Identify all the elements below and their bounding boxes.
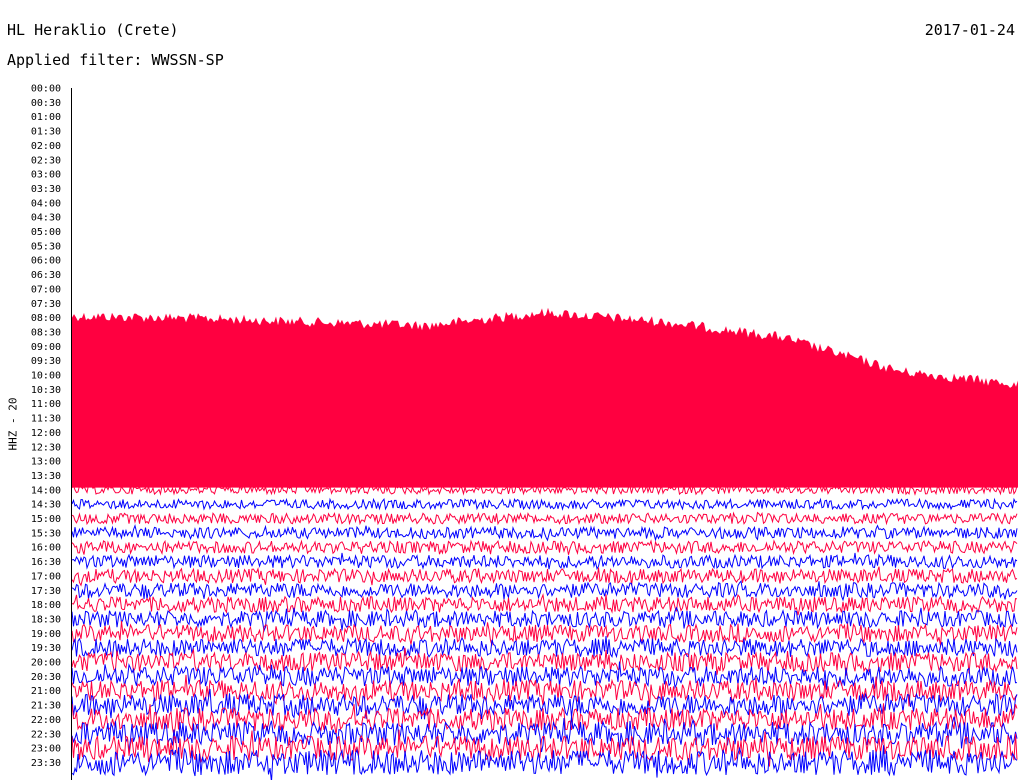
time-tick-label: 13:00 xyxy=(31,457,61,468)
trace-row xyxy=(71,524,1018,542)
seismogram-traces xyxy=(71,307,1018,780)
helicorder-plot: 00:00 00:30 01:00 01:30 02:00 02:30 03:00 03:30… xyxy=(31,84,1018,780)
time-tick-label: 03:00 xyxy=(31,170,61,181)
time-tick-label: 01:30 xyxy=(31,127,61,138)
time-tick-label: 22:30 xyxy=(31,729,61,740)
time-tick-label: 10:30 xyxy=(31,385,61,396)
time-tick-label: 17:00 xyxy=(31,571,61,582)
trace-row xyxy=(71,552,1018,571)
time-tick-label: 05:30 xyxy=(31,241,61,252)
time-tick-label: 23:30 xyxy=(31,758,61,769)
time-tick-label: 23:00 xyxy=(31,744,61,755)
time-tick-label: 22:00 xyxy=(31,715,61,726)
time-tick-label: 14:00 xyxy=(31,485,61,496)
time-tick-label: 21:00 xyxy=(31,686,61,697)
time-tick-label: 12:00 xyxy=(31,428,61,439)
time-tick-label: 06:30 xyxy=(31,270,61,281)
saturated-trace-block xyxy=(72,307,1018,488)
trace-row xyxy=(71,703,1018,736)
time-tick-label: 00:30 xyxy=(31,98,61,109)
trace-row xyxy=(71,592,1018,616)
time-tick-label: 05:00 xyxy=(31,227,61,238)
time-tick-label: 14:30 xyxy=(31,500,61,511)
trace-row xyxy=(71,580,1018,602)
time-tick-label: 11:00 xyxy=(31,399,61,410)
time-tick-label: 00:00 xyxy=(31,84,61,95)
time-tick-label: 10:00 xyxy=(31,371,61,382)
time-tick-label: 09:30 xyxy=(31,356,61,367)
trace-row xyxy=(71,566,1018,587)
time-tick-label: 19:30 xyxy=(31,643,61,654)
time-tick-label: 06:00 xyxy=(31,256,61,267)
time-tick-label: 15:00 xyxy=(31,514,61,525)
time-tick-label: 20:30 xyxy=(31,672,61,683)
time-tick-label: 11:30 xyxy=(31,414,61,425)
time-tick-label: 02:30 xyxy=(31,155,61,166)
time-axis: 00:00 00:30 01:00 01:30 02:00 02:30 03:00 03:30… xyxy=(31,84,61,769)
time-tick-label: 17:30 xyxy=(31,586,61,597)
trace-row xyxy=(71,647,1018,676)
time-tick-label: 18:30 xyxy=(31,614,61,625)
time-tick-label: 03:30 xyxy=(31,184,61,195)
time-tick-label: 19:00 xyxy=(31,629,61,640)
time-tick-label: 07:30 xyxy=(31,299,61,310)
time-tick-label: 07:00 xyxy=(31,284,61,295)
time-tick-label: 15:30 xyxy=(31,528,61,539)
time-tick-label: 13:30 xyxy=(31,471,61,482)
time-tick-label: 04:30 xyxy=(31,213,61,224)
time-tick-label: 20:00 xyxy=(31,658,61,669)
time-tick-label: 09:00 xyxy=(31,342,61,353)
time-tick-label: 21:30 xyxy=(31,701,61,712)
time-tick-label: 18:00 xyxy=(31,600,61,611)
time-tick-label: 01:00 xyxy=(31,112,61,123)
trace-row xyxy=(71,539,1018,556)
time-tick-label: 16:00 xyxy=(31,543,61,554)
time-tick-label: 08:30 xyxy=(31,327,61,338)
time-tick-label: 08:00 xyxy=(31,313,61,324)
time-tick-label: 02:00 xyxy=(31,141,61,152)
time-tick-label: 16:30 xyxy=(31,557,61,568)
time-tick-label: 12:30 xyxy=(31,442,61,453)
trace-row xyxy=(71,497,1018,511)
time-tick-label: 04:00 xyxy=(31,198,61,209)
trace-row xyxy=(71,511,1018,526)
